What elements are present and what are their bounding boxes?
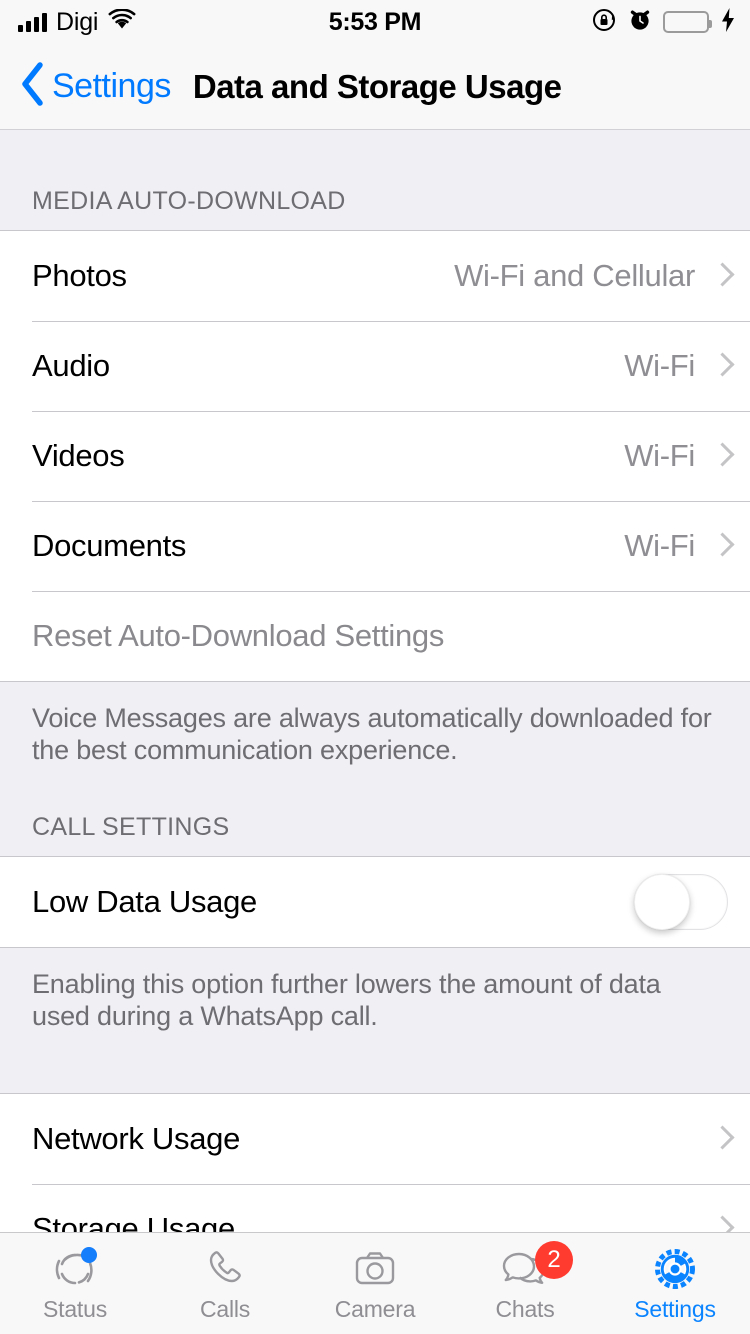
chevron-right-icon: [713, 533, 728, 559]
row-documents-value: Wi-Fi: [624, 528, 695, 563]
lightning-bolt-icon: [720, 7, 736, 38]
tab-calls[interactable]: Calls: [150, 1233, 300, 1334]
row-documents[interactable]: Documents Wi-Fi: [0, 501, 750, 591]
row-storage-usage-label: Storage Usage: [32, 1210, 235, 1232]
alarm-clock-icon: [628, 7, 652, 38]
row-videos[interactable]: Videos Wi-Fi: [0, 411, 750, 501]
row-low-data-usage[interactable]: Low Data Usage: [0, 856, 750, 947]
chevron-right-icon: [713, 1216, 728, 1232]
gear-icon: [650, 1245, 700, 1293]
row-photos[interactable]: Photos Wi-Fi and Cellular: [0, 231, 750, 321]
back-button[interactable]: Settings: [20, 61, 171, 112]
back-button-label: Settings: [52, 67, 171, 105]
chevron-left-icon: [20, 61, 46, 112]
section-header-media-auto-download: MEDIA AUTO-DOWNLOAD: [0, 131, 750, 230]
footnote-voice-messages: Voice Messages are always automatically …: [32, 703, 712, 766]
tab-camera-label: Camera: [334, 1295, 416, 1322]
phone-icon: [202, 1245, 248, 1293]
row-reset-auto-download-settings[interactable]: Reset Auto-Download Settings: [0, 591, 750, 681]
tab-calls-label: Calls: [199, 1295, 251, 1322]
tab-status-label: Status: [42, 1295, 107, 1322]
call-settings-group: Low Data Usage: [0, 855, 750, 948]
footnote-low-data-usage: Enabling this option further lowers the …: [32, 968, 661, 1032]
tab-chats-label: Chats: [495, 1295, 555, 1322]
status-bar-right: [591, 0, 736, 44]
status-new-dot: [81, 1246, 97, 1263]
chats-unread-badge: 2: [535, 1240, 573, 1279]
tab-bar: Status Calls Camera 2 Chats Settings: [0, 1232, 750, 1334]
tab-settings[interactable]: Settings: [600, 1233, 750, 1334]
row-photos-value: Wi-Fi and Cellular: [454, 258, 695, 293]
status-rings-icon: [51, 1245, 99, 1293]
row-audio-label: Audio: [32, 348, 110, 383]
tab-camera[interactable]: Camera: [300, 1233, 450, 1334]
row-network-usage[interactable]: Network Usage: [0, 1093, 750, 1184]
media-auto-download-group: Photos Wi-Fi and Cellular Audio Wi-Fi Vi…: [0, 230, 750, 682]
row-audio[interactable]: Audio Wi-Fi: [0, 321, 750, 411]
row-audio-value: Wi-Fi: [624, 348, 695, 383]
tab-status[interactable]: Status: [0, 1233, 150, 1334]
chevron-right-icon: [713, 1126, 728, 1152]
chevron-right-icon: [713, 353, 728, 379]
row-videos-value: Wi-Fi: [624, 438, 695, 473]
settings-list[interactable]: MEDIA AUTO-DOWNLOAD Photos Wi-Fi and Cel…: [0, 131, 750, 1232]
row-documents-label: Documents: [32, 528, 187, 563]
row-reset-label: Reset Auto-Download Settings: [32, 618, 445, 653]
chat-bubbles-icon: 2: [499, 1240, 573, 1293]
rotation-lock-icon: [591, 7, 617, 38]
row-photos-label: Photos: [32, 258, 127, 293]
row-videos-label: Videos: [32, 438, 125, 473]
section-header-call-settings: CALL SETTINGS: [0, 766, 750, 856]
phone-screen: Digi 5:53 PM Settings Data and Storage U…: [0, 0, 750, 1334]
chevron-right-icon: [713, 263, 728, 289]
row-storage-usage[interactable]: Storage Usage: [0, 1183, 750, 1232]
toggle-knob: [634, 873, 690, 930]
navigation-bar: Settings Data and Storage Usage: [0, 44, 750, 130]
tab-settings-label: Settings: [634, 1295, 716, 1322]
battery-icon: [663, 11, 712, 33]
chevron-right-icon: [713, 443, 728, 469]
camera-icon: [350, 1245, 400, 1293]
page-title: Data and Storage Usage: [192, 67, 562, 105]
tab-chats[interactable]: 2 Chats: [450, 1233, 600, 1334]
row-network-usage-label: Network Usage: [32, 1120, 241, 1156]
row-low-data-usage-label: Low Data Usage: [32, 883, 257, 919]
usage-group: Network Usage Storage Usage: [0, 1092, 750, 1232]
low-data-usage-toggle[interactable]: [634, 873, 728, 930]
status-bar: Digi 5:53 PM: [0, 0, 750, 44]
